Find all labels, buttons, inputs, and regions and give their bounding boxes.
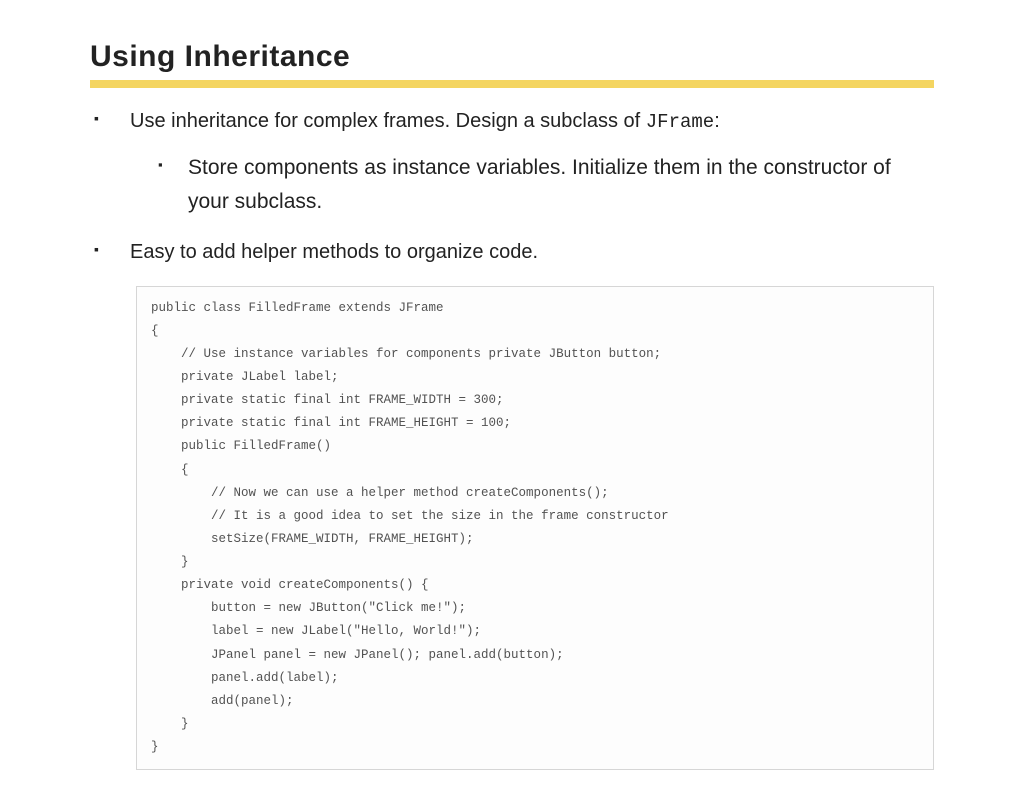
- inline-code: JFrame: [646, 111, 714, 133]
- list-item: Easy to add helper methods to organize c…: [90, 237, 934, 268]
- bullet-text: Store components as instance variables. …: [188, 156, 891, 213]
- slide: Using Inheritance Use inheritance for co…: [0, 0, 1024, 800]
- list-item: Store components as instance variables. …: [158, 151, 934, 218]
- sub-bullet-list: Store components as instance variables. …: [158, 151, 934, 218]
- bullet-text: Easy to add helper methods to organize c…: [130, 241, 538, 263]
- list-item: Use inheritance for complex frames. Desi…: [90, 106, 934, 219]
- page-title: Using Inheritance: [90, 40, 934, 74]
- bullet-text: :: [714, 110, 720, 132]
- title-underline: [90, 80, 934, 88]
- code-block: public class FilledFrame extends JFrame …: [136, 286, 934, 771]
- bullet-text: Use inheritance for complex frames. Desi…: [130, 110, 646, 132]
- bullet-list: Use inheritance for complex frames. Desi…: [90, 106, 934, 268]
